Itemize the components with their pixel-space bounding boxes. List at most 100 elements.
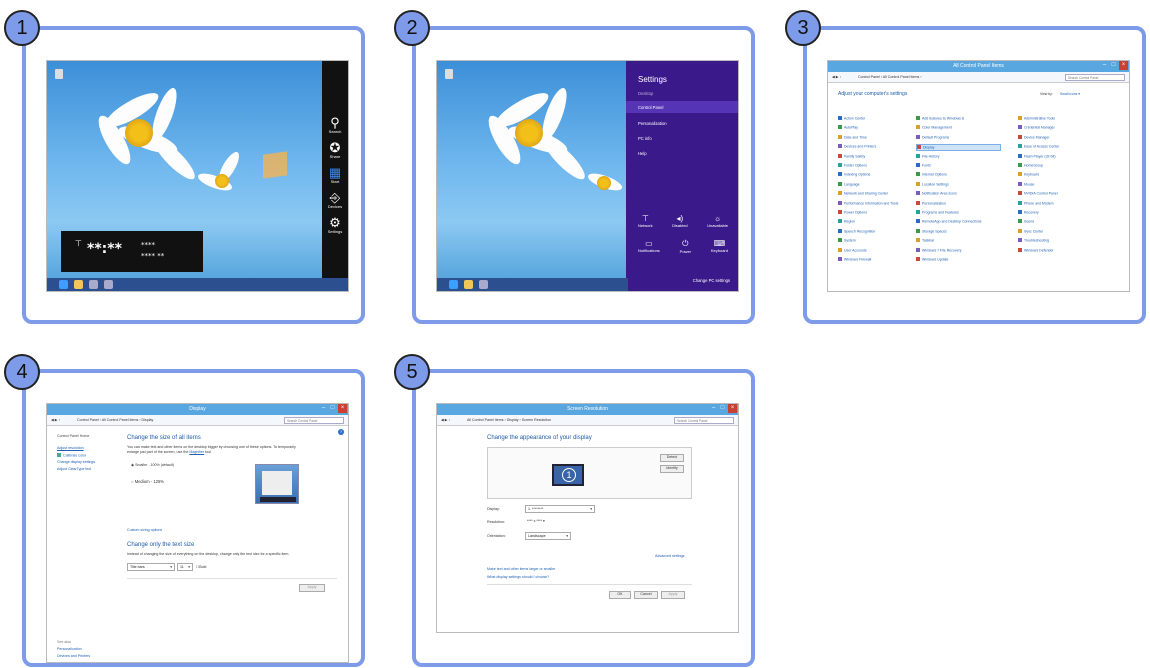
control-panel-item[interactable]: Recovery — [1018, 210, 1039, 215]
control-panel-item[interactable]: Sync Center — [1018, 228, 1043, 233]
control-panel-item[interactable]: Ease of Access Center — [1018, 144, 1059, 149]
control-panel-item[interactable]: Devices and Printers — [838, 144, 876, 149]
advanced-settings-link[interactable]: Advanced settings — [655, 554, 684, 558]
control-panel-item[interactable]: Troubleshooting — [1018, 238, 1049, 243]
control-panel-item[interactable]: Windows Defender — [1018, 247, 1054, 252]
control-panel-item[interactable]: Family Safety — [838, 153, 865, 158]
address-bar[interactable]: ◀ ▶ ↑ Control Panel › All Control Panel … — [828, 72, 1129, 83]
settings-item-help[interactable]: Help — [638, 151, 647, 156]
control-panel-item[interactable]: Internet Options — [916, 172, 947, 177]
detect-button[interactable]: Detect — [660, 454, 684, 462]
keyboard-tile[interactable]: ⌨ Keyboard — [711, 239, 728, 254]
item-select[interactable]: Title bars ▾ — [127, 563, 175, 571]
minimize-icon[interactable]: – — [709, 404, 718, 413]
address-bar[interactable]: ◀ ▶ ↑ Control Panel › All Control Panel … — [47, 415, 348, 426]
sidebar-item-change-display[interactable]: Change display settings — [57, 460, 95, 464]
orientation-select[interactable]: Landscape ▾ — [525, 532, 571, 540]
power-tile[interactable]: ⏻ Power — [680, 239, 691, 254]
ie-icon[interactable] — [449, 280, 458, 289]
notifications-tile[interactable]: ▭ Notifications — [638, 239, 660, 254]
minimize-icon[interactable]: – — [1100, 61, 1109, 70]
volume-tile[interactable]: ◂) Disabled — [672, 214, 688, 228]
charm-share[interactable]: ✪ Share — [322, 141, 348, 159]
control-panel-item[interactable]: Display — [916, 144, 1001, 151]
charm-settings[interactable]: ⚙ Settings — [322, 216, 348, 234]
identify-button[interactable]: Identify — [660, 465, 684, 473]
ok-button[interactable]: OK — [609, 591, 631, 599]
control-panel-item[interactable]: Keyboard — [1018, 172, 1039, 177]
apply-button[interactable]: Apply — [661, 591, 685, 599]
bold-checkbox[interactable]: ☐Bold — [196, 565, 206, 569]
control-panel-item[interactable]: Fonts — [916, 163, 931, 168]
control-panel-item[interactable]: Mouse — [1018, 181, 1035, 186]
font-size-select[interactable]: 11 ▾ — [177, 563, 193, 571]
control-panel-item[interactable]: System — [838, 238, 856, 243]
explorer-icon[interactable] — [74, 280, 83, 289]
control-panel-item[interactable]: Power Options — [838, 210, 867, 215]
nav-back-icon[interactable]: ◀ ▶ ↑ — [832, 75, 841, 79]
control-panel-item[interactable]: Speech Recognition — [838, 228, 875, 233]
magnifier-link[interactable]: Magnifier — [189, 450, 204, 454]
control-panel-item[interactable]: Administrative Tools — [1018, 116, 1055, 121]
sidebar-item-adjust-resolution[interactable]: Adjust resolution — [57, 446, 84, 450]
control-panel-item[interactable]: Phone and Modem — [1018, 200, 1054, 205]
sidebar-item-home[interactable]: Control Panel Home — [57, 434, 89, 438]
control-panel-item[interactable]: Indexing Options — [838, 172, 870, 177]
settings-item-desktop[interactable]: Desktop — [638, 91, 653, 96]
control-panel-item[interactable]: Action Center — [838, 116, 865, 121]
ie-icon[interactable] — [59, 280, 68, 289]
control-panel-item[interactable]: HomeGroup — [1018, 163, 1043, 168]
control-panel-item[interactable]: Personalization — [916, 200, 946, 205]
control-panel-item[interactable]: Windows Update — [916, 257, 948, 262]
apply-button[interactable]: Apply — [299, 584, 325, 592]
charm-start[interactable]: ▦ Start — [322, 166, 348, 184]
settings-item-pc-info[interactable]: PC info — [638, 136, 652, 141]
display-settings-help-link[interactable]: What display settings should I choose? — [487, 575, 549, 579]
charm-search[interactable]: ⚲ Search — [322, 116, 348, 134]
control-panel-item[interactable]: Device Manager — [1018, 134, 1049, 139]
brightness-tile[interactable]: ☼ Unavailable — [707, 214, 728, 228]
minimize-icon[interactable]: – — [319, 404, 328, 413]
control-panel-item[interactable]: NVIDIA Control Panel — [1018, 191, 1058, 196]
settings-item-personalization[interactable]: Personalization — [638, 121, 667, 126]
make-text-larger-link[interactable]: Make text and other items larger or smal… — [487, 567, 555, 571]
see-also-personalization[interactable]: Personalization — [57, 647, 82, 651]
close-icon[interactable]: × — [1119, 61, 1128, 70]
control-panel-item[interactable]: Network and Sharing Center — [838, 191, 888, 196]
change-pc-settings-link[interactable]: Change PC settings — [693, 278, 730, 283]
maximize-icon[interactable]: □ — [1109, 61, 1118, 70]
control-panel-item[interactable]: Folder Options — [838, 163, 867, 168]
control-panel-item[interactable]: Flash Player (32-bit) — [1018, 153, 1056, 158]
taskbar-app-icon[interactable] — [479, 280, 488, 289]
see-also-devices[interactable]: Devices and Printers — [57, 654, 90, 658]
maximize-icon[interactable]: □ — [718, 404, 727, 413]
control-panel-item[interactable]: Notification Area Icons — [916, 191, 957, 196]
search-input[interactable]: Search Control Panel — [674, 417, 734, 424]
cancel-button[interactable]: Cancel — [634, 591, 658, 599]
close-icon[interactable]: × — [338, 404, 347, 413]
address-bar[interactable]: ◀ ▶ ↑ All Control Panel Items › Display … — [437, 415, 738, 426]
search-input[interactable]: Search Control Panel — [1065, 74, 1125, 81]
charm-devices[interactable]: ⎆ Devices — [322, 191, 348, 209]
taskbar-app-icon[interactable] — [104, 280, 113, 289]
control-panel-item[interactable]: RemoteApp and Desktop Connections — [916, 219, 982, 224]
monitor-icon[interactable]: 1 — [552, 464, 584, 486]
control-panel-item[interactable]: Region — [838, 219, 855, 224]
close-icon[interactable]: × — [728, 404, 737, 413]
option-smaller[interactable]: ◉ Smaller - 100% (default) — [131, 463, 174, 467]
control-panel-item[interactable]: Windows Firewall — [838, 257, 871, 262]
resolution-select[interactable]: **** x **** ▾ — [525, 518, 559, 526]
taskbar-app-icon[interactable] — [89, 280, 98, 289]
control-panel-item[interactable]: Language — [838, 181, 860, 186]
search-input[interactable]: Search Control Panel — [284, 417, 344, 424]
sidebar-item-cleartype[interactable]: Adjust ClearType text — [57, 467, 91, 471]
control-panel-item[interactable]: Taskbar — [916, 238, 934, 243]
maximize-icon[interactable]: □ — [328, 404, 337, 413]
sidebar-item-calibrate-color[interactable]: Calibrate color — [57, 453, 86, 458]
network-tile[interactable]: ⊤ Network — [638, 214, 653, 228]
control-panel-item[interactable]: Add features to Windows 8 — [916, 116, 964, 121]
control-panel-item[interactable]: Credential Manager — [1018, 125, 1055, 130]
help-icon[interactable]: ? — [338, 429, 344, 435]
control-panel-item[interactable]: Storage Spaces — [916, 228, 947, 233]
control-panel-item[interactable]: File History — [916, 153, 940, 158]
